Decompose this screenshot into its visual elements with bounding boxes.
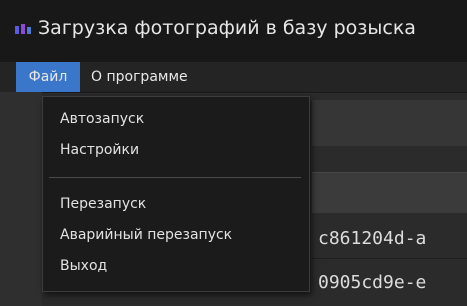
menu-bar: Файл О программе [0,62,467,93]
menu-separator [49,177,301,178]
app-window: Загрузка фотографий в базу розыска Файл … [0,0,467,306]
row-divider [312,258,467,259]
background-table-header [312,172,467,213]
app-icon [14,22,34,36]
file-menu-dropdown: Автозапуск Настройки Перезапуск Аварийны… [42,96,310,292]
background-panel [0,92,42,306]
table-row[interactable]: c861204d-a [318,228,426,249]
menu-item-emergency-restart[interactable]: Аварийный перезапуск [60,227,232,243]
menu-about[interactable]: О программе [91,62,188,92]
menu-file[interactable]: Файл [16,62,80,92]
menu-item-settings[interactable]: Настройки [60,142,139,158]
background-panel-header [312,100,467,146]
menu-item-restart[interactable]: Перезапуск [60,196,146,212]
window-title: Загрузка фотографий в базу розыска [38,17,416,39]
menu-item-exit[interactable]: Выход [60,258,107,274]
title-bar[interactable]: Загрузка фотографий в базу розыска [0,0,467,62]
table-row[interactable]: 0905cd9e-e [318,272,426,293]
menu-item-autostart[interactable]: Автозапуск [60,111,144,127]
